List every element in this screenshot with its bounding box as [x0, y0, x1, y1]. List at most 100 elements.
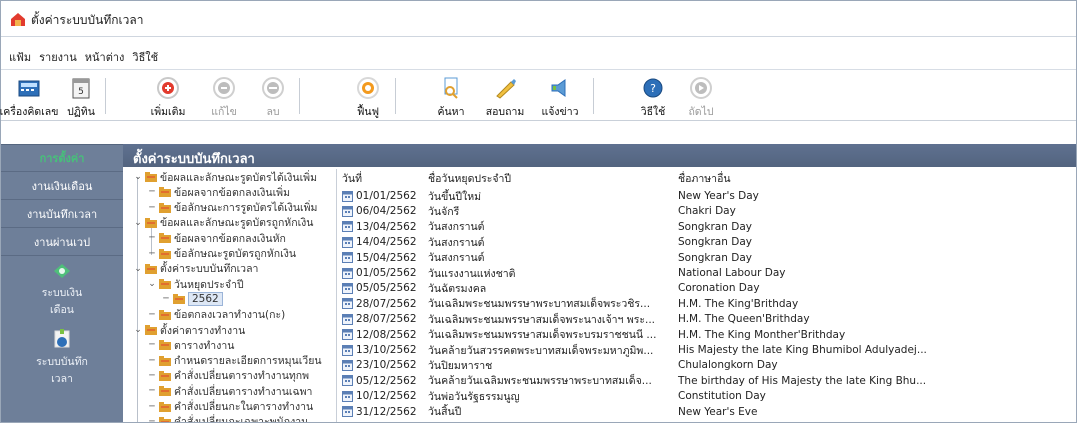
search-button[interactable]: ค้นหา [431, 70, 471, 120]
table-row[interactable]: 06/04/2562 วันจักรี Chakri Day [338, 203, 1076, 219]
next-button[interactable]: ถัดไป [681, 70, 721, 120]
cell-text: H.M. The King'Brithday [678, 297, 799, 310]
calendar-row-icon [342, 313, 353, 325]
tree-node[interactable]: ─ ข้อลักษณะการรูดบัตรได้เงินเพิ่ม [147, 200, 317, 216]
table-row[interactable]: 01/05/2562 วันแรงงานแห่งชาติ National Labo… [338, 265, 1076, 281]
tree-node[interactable]: ─ ข้อตกลงเวลาทำงาน(กะ) [147, 307, 285, 323]
folder-icon [159, 279, 171, 290]
refresh-button[interactable]: ฟื้นฟู [347, 70, 389, 120]
tree-node[interactable]: ⌄ วันหยุดประจำปี [147, 276, 243, 292]
calculator-icon [18, 80, 40, 97]
toolbar-separator [593, 78, 594, 114]
cell-text: 06/04/2562 [356, 205, 417, 218]
tree-node[interactable]: ─ ข้อผลจากข้อตกลงเงินเพิ่ม [147, 184, 290, 200]
menu-bar: แฟ้ม รายงาน หน้าต่าง วิธีใช้ [5, 47, 162, 67]
help-button[interactable]: ? วิธีใช้ [633, 70, 673, 120]
menu-file[interactable]: แฟ้ม [5, 48, 35, 66]
folder-icon [159, 416, 171, 422]
sidebar-module-timeattendance[interactable]: ระบบบันทึกเวลา [1, 328, 123, 387]
column-header-date[interactable]: วันที่ [342, 169, 362, 187]
folder-icon [145, 325, 157, 335]
sidebar-item-timeattendance[interactable]: งานบันทึกเวลา [1, 200, 123, 228]
menu-help[interactable]: วิธีใช้ [128, 48, 162, 66]
table-row[interactable]: 13/04/2562 วันสงกรานต์ Songkran Day [338, 219, 1076, 235]
tree-node[interactable]: ⌄ ตั้งค่าตารางทำงาน [133, 322, 245, 338]
date-cell: 31/12/2562 [342, 404, 417, 420]
date-cell: 13/04/2562 [342, 219, 417, 235]
delete-button[interactable]: ลบ [253, 70, 293, 120]
tree-branch-line: ─ [149, 401, 155, 412]
cell-text: 01/05/2562 [356, 267, 417, 279]
calendar-row-icon [342, 375, 353, 387]
cell-text: Coronation Day [678, 282, 760, 295]
folder-icon [159, 370, 171, 381]
add-button[interactable]: เพิ่มเติม [145, 70, 191, 120]
table-row[interactable]: 01/01/2562 วันขึ้นปีใหม่ New Year's Day [338, 188, 1076, 204]
table-row[interactable]: 12/08/2562 วันเฉลิมพระชนมพรรษาสมเด็จพระบร… [338, 327, 1076, 343]
calendar-button[interactable]: 5 ปฏิทิน [61, 70, 101, 120]
announce-button[interactable]: แจ้งข่าว [537, 70, 583, 120]
date-cell: 01/05/2562 [342, 265, 417, 281]
announce-label: แจ้งข่าว [541, 106, 579, 118]
calculator-button[interactable]: เครื่องคิดเลข [0, 70, 58, 120]
edit-button[interactable]: แก้ไข [204, 70, 244, 120]
table-row[interactable]: 14/04/2562 วันสงกรานต์ Songkran Day [338, 234, 1076, 250]
holiday-name-cell: วันแรงงานแห่งชาติ [428, 265, 515, 281]
sidebar-item-label: งานผ่านเวป [33, 235, 91, 249]
table-row[interactable]: 05/05/2562 วันฉัตรมงคล Coronation Day [338, 280, 1076, 296]
tree-node[interactable]: ─ 2562 [161, 291, 223, 307]
tree-node[interactable]: ─ คำสั่งเปลี่ยนกะเฉพาะพนักงาน [147, 414, 308, 422]
help-icon: ? [643, 78, 663, 98]
expand-chevron-icon[interactable]: ⌄ [147, 279, 157, 289]
tree-node[interactable]: ─ กำหนดรายละเอียดการหมุนเวียน [147, 353, 321, 369]
tree-node[interactable]: ⌄ ข้อผลและลักษณะรูดบัตรถูกหักเงิน [133, 215, 313, 231]
holiday-name-cell: วันเฉลิมพระชนมพรรษาสมเด็จพระนางเจ้าฯ พระ… [428, 311, 655, 327]
tree-node[interactable]: ─ ข้อผลจากข้อตกลงเงินหัก [147, 230, 286, 246]
tree-branch-line: ─ [149, 340, 155, 351]
cell-text: Songkran Day [678, 236, 752, 249]
expand-chevron-icon[interactable]: ⌄ [133, 172, 143, 182]
column-header-holiday-name[interactable]: ชื่อวันหยุดประจำปี [428, 169, 511, 187]
table-row[interactable]: 10/12/2562 วันพ่อวันรัฐธรรมนูญ Constitutio… [338, 388, 1076, 404]
sidebar-item-web[interactable]: งานผ่านเวป [1, 228, 123, 256]
date-cell: 28/07/2562 [342, 311, 417, 327]
sidebar-item-settings[interactable]: การตั้งค่า [1, 144, 123, 172]
other-language-cell: Constitution Day [678, 388, 766, 404]
tree-node[interactable]: ─ ข้อลักษณะรูดบัตรถูกหักเงิน [147, 246, 296, 262]
column-header-other-language[interactable]: ชื่อภาษาอื่น [678, 169, 731, 187]
cell-text: 23/10/2562 [356, 359, 417, 372]
tree-node[interactable]: ─ คำสั่งเปลี่ยนตารางทำงานทุกพ [147, 368, 309, 384]
folder-icon [159, 355, 171, 366]
table-row[interactable]: 05/12/2562 วันคล้ายวันเฉลิมพระชนมพรรษาพระ… [338, 373, 1076, 389]
expand-chevron-icon[interactable]: ⌄ [133, 264, 143, 274]
tree-node[interactable]: ─ คำสั่งเปลี่ยนกะในตารางทำงาน [147, 399, 313, 415]
announce-icon [551, 79, 566, 97]
tree-node[interactable]: ─ คำสั่งเปลี่ยนตารางทำงานเฉพา [147, 383, 312, 399]
holiday-list: วันที่ ชื่อวันหยุดประจำปี ชื่อภาษาอื่น 0… [338, 169, 1076, 422]
expand-chevron-icon[interactable]: ⌄ [133, 218, 143, 228]
holiday-name-cell: วันคล้ายวันเฉลิมพระชนมพรรษาพระบาทสมเด็จ.… [428, 373, 652, 389]
table-row[interactable]: 15/04/2562 วันสงกรานต์ Songkran Day [338, 250, 1076, 266]
tree-node[interactable]: ─ ตารางทำงาน [147, 337, 234, 353]
calendar-row-icon [342, 252, 353, 264]
table-row[interactable]: 28/07/2562 วันเฉลิมพระชนมพรรษาพระบาทสมเด็… [338, 296, 1076, 312]
sidebar-item-payroll[interactable]: งานเงินเดือน [1, 172, 123, 200]
tree-node[interactable]: ⌄ ตั้งค่าระบบบันทึกเวลา [133, 261, 258, 277]
delete-icon [262, 77, 284, 99]
calendar-row-icon [342, 359, 353, 371]
cell-text: 13/10/2562 [356, 344, 417, 356]
other-language-cell: H.M. The King'Brithday [678, 296, 798, 312]
menu-report[interactable]: รายงาน [35, 48, 81, 66]
sidebar-module-payroll[interactable]: ระบบเงินเดือน [1, 262, 123, 318]
cell-text: 05/05/2562 [356, 282, 417, 295]
tree-node-label: 2562 [188, 292, 223, 307]
table-row[interactable]: 28/07/2562 วันเฉลิมพระชนมพรรษาสมเด็จพระนา… [338, 311, 1076, 327]
table-row[interactable]: 31/12/2562 วันสิ้นปี New Year's Eve [338, 404, 1076, 420]
expand-chevron-icon[interactable]: ⌄ [133, 325, 143, 335]
menu-window[interactable]: หน้าต่าง [81, 48, 129, 66]
table-row[interactable]: 13/10/2562 วันคล้ายวันสวรรคตพระบาทสมเด็จพ… [338, 342, 1076, 358]
table-row[interactable]: 23/10/2562 วันปิยมหาราช Chulalongkorn Day [338, 357, 1076, 373]
sidebar-module-label: ระบบบันทึกเวลา [36, 356, 88, 385]
query-button[interactable]: สอบถาม [481, 70, 529, 120]
tree-node[interactable]: ⌄ ข้อผลและลักษณะรูดบัตรได้เงินเพิ่ม [133, 169, 317, 185]
